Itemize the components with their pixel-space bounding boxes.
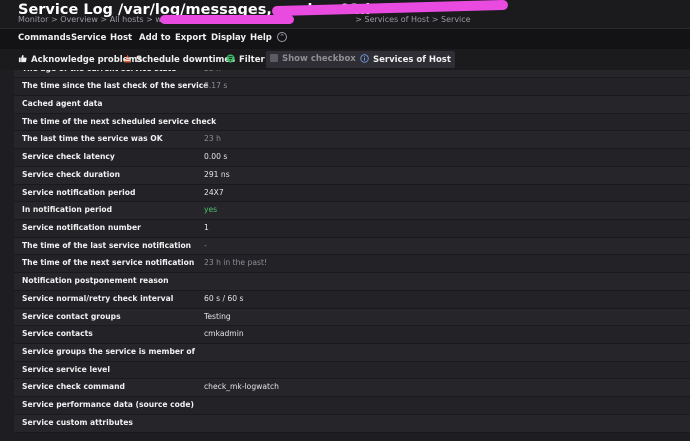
row-label: Service service level bbox=[22, 364, 110, 374]
row-label: Service notification period bbox=[22, 187, 136, 197]
row-label: Service contact groups bbox=[22, 311, 121, 321]
schedule-downtimes-label: Schedule downtimes bbox=[136, 55, 236, 65]
table-row: The time of the next scheduled service c… bbox=[14, 113, 690, 132]
table-row: The time since the last check of the ser… bbox=[14, 78, 690, 96]
filter-label: Filter bbox=[239, 55, 265, 65]
filter-icon bbox=[226, 54, 235, 63]
row-value: 60 s / 60 s bbox=[204, 293, 244, 303]
row-value: - bbox=[204, 240, 207, 250]
row-value: 24X7 bbox=[204, 187, 224, 197]
table-row: Service notification period 24X7 bbox=[14, 184, 690, 203]
row-label: Service custom attributes bbox=[22, 417, 133, 427]
table-row: Notification postponement reason bbox=[14, 273, 690, 291]
row-label: Service check latency bbox=[22, 152, 115, 162]
table-row: The time of the last service notificatio… bbox=[14, 237, 690, 256]
row-label: Service performance data (source code) bbox=[22, 400, 194, 410]
row-value: 291 ns bbox=[204, 169, 230, 179]
row-value: Testing bbox=[204, 311, 231, 321]
menu-host[interactable]: Host bbox=[110, 33, 132, 43]
row-label: The time since the last check of the ser… bbox=[22, 81, 209, 91]
breadcrumb-service[interactable]: Service bbox=[441, 15, 471, 24]
row-value: 23 h in the past! bbox=[204, 258, 267, 268]
row-value: 23 h bbox=[204, 134, 221, 144]
row-value: 0.00 s bbox=[204, 152, 228, 162]
row-value: cmkadmin bbox=[204, 329, 244, 339]
table-row: The last time the service was OK 23 h bbox=[14, 131, 690, 150]
table-row: Service contact groups Testing bbox=[14, 308, 690, 327]
table-row: The time of the next service notificatio… bbox=[14, 255, 690, 274]
chevron-up-icon[interactable]: ⌃ bbox=[277, 32, 287, 42]
row-label: Service check command bbox=[22, 382, 125, 392]
table-row: Service normal/retry check interval 60 s … bbox=[14, 290, 690, 309]
traffic-cone-icon bbox=[124, 54, 131, 63]
menu-display[interactable]: Display bbox=[211, 33, 246, 43]
row-label: The time of the next service notificatio… bbox=[22, 258, 195, 268]
services-of-host-button[interactable]: Services of Host bbox=[356, 51, 455, 68]
table-row: Cached agent data bbox=[14, 95, 690, 114]
toolbar: Acknowledge problems Schedule downtimes … bbox=[0, 49, 690, 70]
services-of-host-label: Services of Host bbox=[373, 55, 451, 65]
table-row: In notification period yes bbox=[14, 202, 690, 220]
row-label: In notification period bbox=[22, 205, 113, 215]
row-label: Service notification number bbox=[22, 222, 141, 232]
row-label: Service contacts bbox=[22, 329, 93, 339]
service-details-table: The age of the current service state 23 h… bbox=[0, 70, 690, 441]
table-row: Service custom attributes bbox=[14, 414, 690, 433]
row-label: Service check duration bbox=[22, 169, 121, 179]
row-label: Service normal/retry check interval bbox=[22, 293, 174, 303]
row-label: Service groups the service is member of bbox=[22, 347, 195, 357]
row-value: check_mk-logwatch bbox=[204, 382, 279, 392]
row-label: Cached agent data bbox=[22, 98, 103, 108]
row-value: - bbox=[204, 116, 207, 126]
row-value: 8.17 s bbox=[204, 81, 228, 91]
thumbs-up-icon bbox=[18, 54, 27, 63]
filter-button[interactable]: Filter bbox=[222, 51, 269, 68]
menu-service[interactable]: Service bbox=[71, 33, 106, 43]
breadcrumb-overview[interactable]: Overview bbox=[60, 15, 98, 24]
row-label: Notification postponement reason bbox=[22, 276, 169, 286]
table-row: Service service level bbox=[14, 361, 690, 380]
menu-add-to[interactable]: Add to bbox=[139, 33, 171, 43]
table-row: Service contacts cmkadmin bbox=[14, 326, 690, 344]
breadcrumb-monitor[interactable]: Monitor bbox=[18, 15, 48, 24]
table-row: Service check duration 291 ns bbox=[14, 166, 690, 185]
menu-bar: Commands Service Host Add to Export Disp… bbox=[0, 28, 690, 50]
row-label: The age of the current service state bbox=[22, 70, 176, 73]
checkbox-icon bbox=[270, 54, 278, 62]
title-bar: Service Log /var/log/messages, worker-02… bbox=[0, 0, 690, 28]
row-value: 23 h bbox=[204, 70, 221, 73]
row-value: 1 bbox=[204, 222, 209, 232]
row-label: The time of the last service notificatio… bbox=[22, 240, 192, 250]
table-row: Service check latency 0.00 s bbox=[14, 149, 690, 167]
redaction-mark-breadcrumb bbox=[160, 15, 294, 24]
show-checkboxes-button[interactable]: Show checkboxes bbox=[266, 51, 371, 68]
info-icon bbox=[360, 54, 369, 63]
show-checkboxes-label: Show checkboxes bbox=[282, 54, 367, 64]
table-row: Service groups the service is member of bbox=[14, 344, 690, 362]
table-row: Service check command check_mk-logwatch bbox=[14, 379, 690, 398]
menu-export[interactable]: Export bbox=[175, 33, 206, 43]
table-row: Service notification number 1 bbox=[14, 219, 690, 238]
breadcrumb-all-hosts[interactable]: All hosts bbox=[110, 15, 144, 24]
row-value: yes bbox=[204, 205, 218, 215]
table-row: Service performance data (source code) bbox=[14, 397, 690, 415]
menu-commands[interactable]: Commands bbox=[18, 33, 71, 43]
row-label: The last time the service was OK bbox=[22, 134, 163, 144]
row-label: The time of the next scheduled service c… bbox=[22, 116, 217, 126]
menu-help[interactable]: Help bbox=[250, 33, 272, 43]
table-row: The age of the current service state 23 h bbox=[14, 70, 690, 79]
breadcrumb-services-of-host[interactable]: Services of Host bbox=[364, 15, 429, 24]
